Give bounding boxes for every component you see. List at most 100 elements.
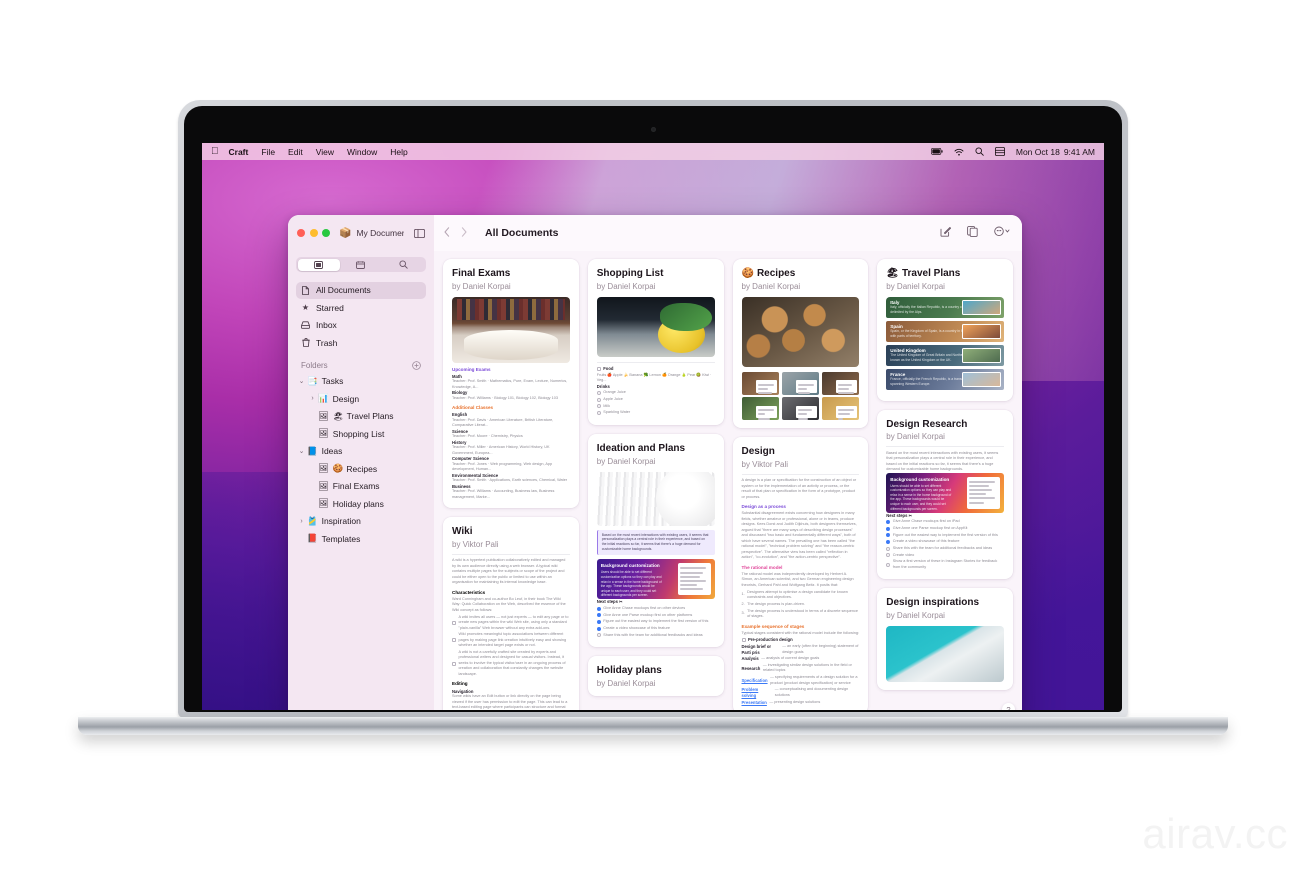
- recipe-thumb[interactable]: [741, 397, 780, 420]
- card-design-inspirations[interactable]: Design inspirations by Daniel Korpai: [877, 588, 1013, 690]
- country-row[interactable]: France France, officially the French Rep…: [886, 368, 1004, 390]
- segment-calendar[interactable]: [340, 259, 382, 271]
- sidebar-doc-final-exams[interactable]: 🖼 Final Exams: [296, 478, 426, 495]
- menu-item-edit[interactable]: Edit: [288, 147, 303, 157]
- apple-menu-icon[interactable]: : [211, 146, 219, 157]
- checkbox[interactable]: [886, 533, 891, 538]
- recipe-thumb[interactable]: [821, 397, 860, 420]
- checkbox[interactable]: [596, 613, 601, 618]
- sidebar-item-inbox[interactable]: Inbox: [296, 317, 426, 334]
- minimize-button[interactable]: [309, 229, 318, 237]
- recipe-thumb[interactable]: [821, 371, 860, 395]
- task-item[interactable]: Give Anne one Parse mockup first on othe…: [596, 613, 715, 619]
- duplicate-icon[interactable]: [967, 224, 978, 242]
- control-center-icon[interactable]: [994, 147, 1005, 156]
- sidebar-item-starred[interactable]: ★ Starred: [296, 300, 426, 317]
- chevron-down-icon[interactable]: ⌄: [296, 377, 307, 385]
- sidebar-folder-design[interactable]: › 📊 Design: [296, 391, 426, 408]
- bullet-marker: [452, 638, 456, 643]
- back-button[interactable]: [444, 224, 450, 242]
- more-options-icon[interactable]: [994, 224, 1010, 242]
- task-item[interactable]: Give Anne Chase mockups first on other d…: [596, 606, 715, 612]
- battery-icon[interactable]: [930, 148, 943, 155]
- checkbox[interactable]: [886, 539, 891, 544]
- wifi-icon[interactable]: [954, 148, 964, 156]
- country-row[interactable]: Spain Spain, or the Kingdom of Spain, is…: [886, 320, 1004, 342]
- sidebar-folder-templates[interactable]: 📕 Templates: [296, 531, 426, 548]
- menu-item-file[interactable]: File: [261, 147, 275, 157]
- checkbox[interactable]: [596, 391, 601, 396]
- card-wiki[interactable]: Wiki by Viktor Pali A wiki is a hypertex…: [443, 517, 579, 710]
- sidebar-folder-tasks[interactable]: ⌄ 📑 Tasks: [296, 373, 426, 390]
- task-item[interactable]: Share this with the team for additional …: [596, 633, 715, 639]
- sidebar-toggle-icon[interactable]: [414, 228, 425, 238]
- list-item[interactable]: Apple Juice: [596, 397, 715, 403]
- menu-item-help[interactable]: Help: [390, 147, 407, 157]
- menu-item-craft[interactable]: Craft: [229, 147, 249, 157]
- chevron-down-icon[interactable]: ⌄: [296, 447, 307, 455]
- task-item[interactable]: Give Anne Chase mockups first on iPad: [886, 519, 1004, 525]
- chevron-right-icon[interactable]: ›: [307, 395, 318, 402]
- menu-item-window[interactable]: Window: [347, 147, 377, 157]
- menu-item-view[interactable]: View: [316, 147, 334, 157]
- task-item[interactable]: Figure out the easiest way to implement …: [596, 619, 715, 625]
- task-item[interactable]: Show a first version of these in Instagr…: [886, 559, 1004, 570]
- card-design[interactable]: Design by Viktor Pali A design is a plan…: [732, 437, 869, 710]
- checkbox[interactable]: [886, 562, 891, 567]
- task-item[interactable]: Create video: [886, 553, 1004, 559]
- checkbox[interactable]: [596, 411, 601, 416]
- recipe-thumb[interactable]: [741, 371, 780, 395]
- recipe-thumb[interactable]: [781, 371, 820, 395]
- checkbox[interactable]: [886, 553, 891, 558]
- list-item[interactable]: Sparkling Water: [596, 410, 715, 416]
- workspace-name[interactable]: My Documen: [356, 228, 404, 238]
- checkbox[interactable]: [596, 620, 601, 625]
- segment-documents[interactable]: [297, 258, 340, 271]
- card-travel-plans[interactable]: 🏖 Travel Plans by Daniel Korpai Italy It…: [877, 259, 1013, 401]
- checkbox[interactable]: [596, 606, 601, 611]
- sidebar-folder-ideas[interactable]: ⌄ 📘 Ideas: [296, 443, 426, 460]
- section-heading: The rational model: [741, 564, 783, 570]
- checkbox[interactable]: [596, 397, 601, 402]
- country-row[interactable]: Italy Italy, officially the Italian Repu…: [886, 296, 1004, 318]
- card-holiday-plans[interactable]: Holiday plans by Daniel Korpai: [587, 656, 724, 696]
- checkbox[interactable]: [886, 519, 891, 524]
- task-item[interactable]: Create a video showcase of this feature: [596, 626, 715, 632]
- task-item[interactable]: Create a video showcase of this feature: [886, 539, 1004, 545]
- checkbox[interactable]: [596, 626, 601, 631]
- sidebar-doc-recipes[interactable]: 🖼 🍪 Recipes: [296, 461, 426, 478]
- card-design-research[interactable]: Design Research by Daniel Korpai Based o…: [877, 409, 1013, 580]
- country-row[interactable]: United Kingdom The United Kingdom of Gre…: [886, 344, 1004, 366]
- chevron-right-icon[interactable]: ›: [296, 518, 307, 525]
- list-item[interactable]: Milk: [596, 404, 715, 410]
- menu-bar-clock[interactable]: Mon Oct 18 9:41 AM: [1016, 147, 1095, 157]
- sidebar-folder-inspiration[interactable]: › 🎽 Inspiration: [296, 513, 426, 530]
- sidebar-doc-holiday-plans[interactable]: 🖼 Holiday plans: [296, 496, 426, 513]
- help-button[interactable]: ?: [1002, 703, 1015, 710]
- list-item[interactable]: Orange Juice: [596, 390, 715, 396]
- maximize-button[interactable]: [322, 229, 330, 237]
- sidebar-doc-travel-plans[interactable]: 🖼 🏖 Travel Plans: [296, 408, 426, 425]
- sidebar-doc-shopping-list[interactable]: 🖼 Shopping List: [296, 426, 426, 443]
- sidebar-item-trash[interactable]: Trash: [296, 335, 426, 352]
- card-ideation-and-plans[interactable]: Ideation and Plans by Daniel Korpai Base…: [587, 434, 724, 648]
- task-item[interactable]: Figure out the easiest way to implement …: [886, 533, 1004, 539]
- checkbox[interactable]: [596, 633, 601, 638]
- macbook-air-device: MacBook Air  Craft File Edit View Windo…: [78, 100, 1228, 735]
- compose-icon[interactable]: [940, 224, 952, 242]
- close-button[interactable]: [297, 229, 305, 237]
- segment-search[interactable]: [382, 259, 424, 271]
- add-folder-icon[interactable]: [412, 361, 421, 370]
- checkbox[interactable]: [886, 526, 891, 531]
- checkbox[interactable]: [596, 404, 601, 409]
- task-item[interactable]: Share this with the team for additional …: [886, 546, 1004, 552]
- forward-button[interactable]: [461, 224, 467, 242]
- card-recipes[interactable]: 🍪 Recipes by Daniel Korpai: [732, 259, 869, 428]
- task-item[interactable]: Give Anne one Parse mockup first on AppK…: [886, 526, 1004, 532]
- sidebar-item-all-documents[interactable]: All Documents: [296, 282, 426, 299]
- checkbox[interactable]: [886, 546, 891, 551]
- card-shopping-list[interactable]: Shopping List by Daniel Korpai Food Frui…: [587, 259, 724, 426]
- recipe-thumb[interactable]: [781, 397, 820, 420]
- card-final-exams[interactable]: Final Exams by Daniel Korpai Upcoming Ex…: [443, 259, 579, 509]
- search-icon[interactable]: [975, 147, 984, 156]
